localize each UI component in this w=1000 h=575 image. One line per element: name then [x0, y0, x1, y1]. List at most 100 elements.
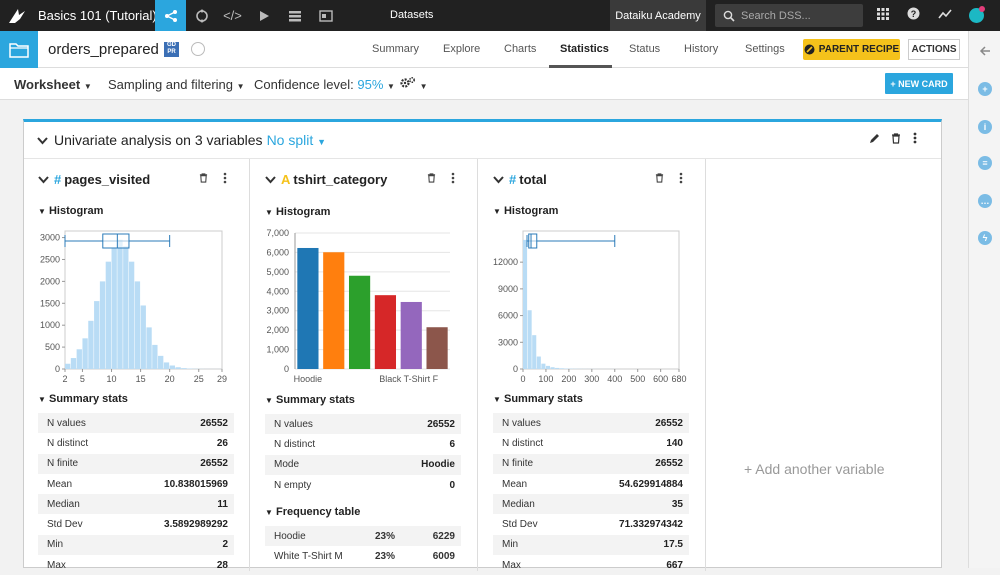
delete-trash-icon[interactable] — [199, 172, 208, 186]
worksheet-toolbar: Worksheet ▼ Sampling and filtering ▼ Con… — [0, 68, 968, 100]
x-tick-label: 500 — [630, 374, 645, 384]
add-icon[interactable]: + — [978, 82, 992, 96]
search-box[interactable]: Search DSS... — [715, 4, 863, 27]
x-tick-label: 2 — [62, 374, 67, 384]
play-jobs-icon[interactable] — [248, 0, 279, 31]
variable-header[interactable]: #total — [493, 172, 547, 187]
dataset-name[interactable]: orders_prepared — [48, 41, 159, 58]
univariate-card: Univariate analysis on 3 variablesNo spl… — [23, 119, 942, 568]
summary-stats-header[interactable]: ▼ Summary stats — [265, 394, 355, 406]
stat-value: 26 — [217, 438, 228, 449]
histogram-bar — [100, 281, 105, 369]
histogram-section-header[interactable]: ▼ Histogram — [493, 205, 558, 217]
more-vertical-icon[interactable] — [913, 132, 917, 147]
share-icon[interactable] — [191, 42, 205, 56]
chevron-down-icon: ▼ — [493, 395, 501, 404]
variable-header[interactable]: #pages_visited — [38, 172, 150, 187]
tab-charts[interactable]: Charts — [504, 43, 536, 55]
summary-stats-header[interactable]: ▼ Summary stats — [38, 393, 128, 405]
y-tick-label: 2500 — [40, 254, 60, 264]
stat-value: Hoodie — [421, 459, 455, 470]
summary-stats-header[interactable]: ▼ Summary stats — [493, 393, 583, 405]
apps-grid-icon[interactable] — [873, 6, 893, 26]
stat-value: 26552 — [200, 418, 228, 429]
recipes-cycle-icon[interactable] — [186, 0, 217, 31]
collapse-chevron-icon[interactable] — [38, 176, 49, 184]
numeric-type-icon: # — [509, 172, 516, 187]
confidence-value: 95% — [357, 77, 383, 92]
stat-row: N finite26552 — [38, 454, 234, 474]
worksheet-dropdown[interactable]: Worksheet ▼ — [14, 77, 92, 92]
recipe-icon — [804, 44, 815, 55]
stat-value: 10.838015969 — [164, 479, 228, 490]
variable-header[interactable]: Atshirt_category — [265, 172, 387, 187]
histogram-section-header[interactable]: ▼ Histogram — [38, 205, 103, 217]
chevron-down-icon: ▼ — [265, 208, 273, 217]
new-card-button[interactable]: + NEW CARD — [885, 73, 953, 94]
x-tick-label: 29 — [217, 374, 227, 384]
collapse-chevron-icon[interactable] — [265, 176, 276, 184]
lab-flask-icon[interactable]: ϟ — [978, 231, 992, 245]
x-tick-label: 20 — [165, 374, 175, 384]
tab-settings[interactable]: Settings — [745, 43, 785, 55]
parent-recipe-button[interactable]: PARENT RECIPE — [803, 39, 900, 60]
tab-status[interactable]: Status — [629, 43, 660, 55]
discussions-icon[interactable]: ≡ — [978, 156, 992, 170]
add-variable-button[interactable]: + Add another variable — [744, 461, 885, 477]
boxplot-box — [529, 234, 537, 248]
category-bar — [323, 252, 344, 369]
chat-icon[interactable]: … — [978, 194, 992, 208]
y-tick-label: 1500 — [40, 298, 60, 308]
tab-summary[interactable]: Summary — [372, 43, 419, 55]
deploy-stack-icon[interactable] — [279, 0, 310, 31]
more-vertical-icon[interactable] — [451, 172, 455, 187]
y-tick-label: 5,000 — [266, 267, 289, 277]
worksheet-settings-dropdown[interactable]: ▼ — [400, 76, 428, 92]
stat-row: N distinct140 — [493, 433, 689, 453]
frequency-row: Hoodie23%6229 — [265, 526, 461, 546]
split-dropdown[interactable]: No split ▼ — [267, 132, 327, 148]
section-label[interactable]: Datasets — [390, 9, 433, 21]
stat-value: 2 — [222, 539, 228, 550]
code-icon[interactable]: </> — [217, 0, 248, 31]
actions-button[interactable]: ACTIONS — [908, 39, 960, 60]
histogram-bar — [146, 327, 151, 369]
edit-pencil-icon[interactable] — [869, 132, 880, 147]
split-label: No split — [267, 132, 314, 148]
gdpr-badge[interactable]: GD PR — [164, 42, 179, 57]
summary-stats-table: N values26552 N distinct26 N finite26552… — [38, 413, 234, 575]
stat-value: 140 — [666, 438, 683, 449]
sampling-dropdown[interactable]: Sampling and filtering ▼ — [108, 77, 245, 92]
activity-trend-icon[interactable] — [935, 6, 955, 26]
info-icon[interactable]: i — [978, 120, 992, 134]
delete-trash-icon[interactable] — [655, 172, 664, 186]
frequency-table-header[interactable]: ▼ Frequency table — [265, 506, 360, 518]
stat-row: Median35 — [493, 494, 689, 514]
flow-icon[interactable] — [155, 0, 186, 31]
confidence-dropdown[interactable]: Confidence level: 95% ▼ — [254, 77, 395, 92]
delete-trash-icon[interactable] — [427, 172, 436, 186]
dashboard-icon[interactable] — [310, 0, 341, 31]
delete-trash-icon[interactable] — [891, 132, 901, 147]
help-icon[interactable]: ? — [903, 6, 923, 26]
project-name[interactable]: Basics 101 (Tutorial) — [38, 8, 157, 23]
more-vertical-icon[interactable] — [223, 172, 227, 187]
histogram-bar — [551, 367, 555, 369]
collapse-arrow-icon[interactable] — [979, 45, 991, 57]
y-tick-label: 9000 — [498, 284, 518, 294]
dataiku-logo-icon[interactable] — [6, 7, 28, 25]
x-tick-label: 15 — [136, 374, 146, 384]
collapse-chevron-icon[interactable] — [493, 176, 504, 184]
section-label: Frequency table — [276, 506, 360, 518]
histogram-bar — [82, 338, 87, 369]
histogram-section-header[interactable]: ▼ Histogram — [265, 206, 330, 218]
academy-link[interactable]: Dataiku Academy — [610, 0, 706, 31]
y-tick-label: 3000 — [498, 337, 518, 347]
tab-statistics[interactable]: Statistics — [560, 43, 609, 55]
stat-label: Mean — [47, 479, 72, 490]
y-tick-label: 4,000 — [266, 286, 289, 296]
tab-history[interactable]: History — [684, 43, 718, 55]
tab-explore[interactable]: Explore — [443, 43, 480, 55]
more-vertical-icon[interactable] — [679, 172, 683, 187]
collapse-chevron-icon[interactable] — [37, 132, 48, 148]
